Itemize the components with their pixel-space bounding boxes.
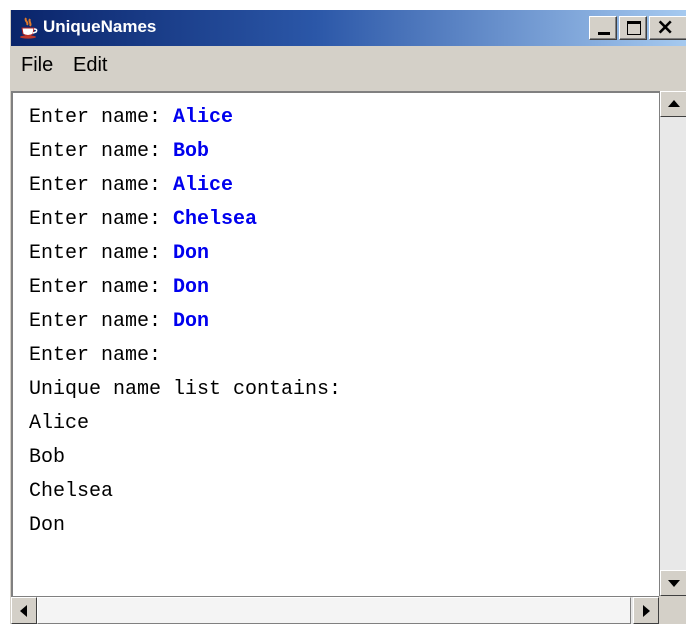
scroll-up-button[interactable] [660, 91, 686, 117]
scroll-right-button[interactable] [633, 597, 659, 624]
typed-input: Don [173, 242, 210, 265]
typed-input: Chelsea [173, 208, 258, 231]
typed-input: Don [173, 310, 210, 333]
minimize-button[interactable] [589, 16, 617, 40]
prompt-text: Enter name: [29, 310, 174, 333]
title-bar[interactable]: UniqueNames × [11, 10, 686, 46]
console-line: Enter name: Chelsea [29, 205, 257, 235]
console-line: Enter name: Don [29, 239, 209, 269]
console-line: Enter name: Don [29, 307, 209, 337]
console-line: Enter name: Alice [29, 103, 233, 133]
output-line: Bob [29, 446, 66, 469]
menu-bar: File Edit [11, 46, 686, 88]
app-window: UniqueNames × File Edit Enter name: Alic… [10, 10, 686, 624]
typed-input: Alice [173, 174, 234, 197]
prompt-text: Enter name: [29, 208, 174, 231]
maximize-icon [627, 21, 641, 35]
vertical-scrollbar[interactable] [659, 91, 686, 596]
typed-input: Bob [173, 140, 210, 163]
arrow-right-icon [643, 605, 650, 617]
typed-input: Alice [173, 106, 234, 129]
menu-edit[interactable]: Edit [73, 54, 107, 77]
scroll-left-button[interactable] [11, 597, 37, 624]
close-button[interactable]: × [649, 15, 686, 40]
typed-input: Don [173, 276, 210, 299]
prompt-text: Enter name: [29, 174, 174, 197]
window-title: UniqueNames [43, 17, 157, 36]
console-line: Enter name: Don [29, 273, 209, 303]
arrow-left-icon [20, 605, 27, 617]
prompt-text: Enter name: [29, 344, 162, 367]
prompt-text: Enter name: [29, 276, 174, 299]
menu-file[interactable]: File [21, 54, 53, 77]
maximize-button[interactable] [619, 16, 647, 40]
horizontal-scroll-thumb[interactable] [37, 597, 631, 624]
console-line: Enter name: Bob [29, 137, 209, 167]
console-line: Enter name: Alice [29, 171, 233, 201]
output-line: Don [29, 514, 66, 537]
output-line: Alice [29, 412, 90, 435]
prompt-text: Enter name: [29, 242, 174, 265]
prompt-text: Enter name: [29, 140, 174, 163]
console-text-area[interactable]: Enter name: Alice Enter name: Bob Enter … [11, 91, 659, 596]
horizontal-scrollbar[interactable] [11, 596, 659, 624]
scrollbar-corner [659, 596, 686, 624]
arrow-down-icon [668, 580, 680, 587]
output-line: Chelsea [29, 480, 114, 503]
scroll-down-button[interactable] [660, 570, 686, 596]
prompt-text: Enter name: [29, 106, 174, 129]
output-heading: Unique name list contains: [29, 378, 342, 401]
java-cup-icon [17, 16, 41, 40]
console-line: Enter name: [29, 341, 161, 371]
close-icon: × [656, 15, 675, 40]
arrow-up-icon [668, 100, 680, 107]
minimize-icon [598, 32, 610, 35]
